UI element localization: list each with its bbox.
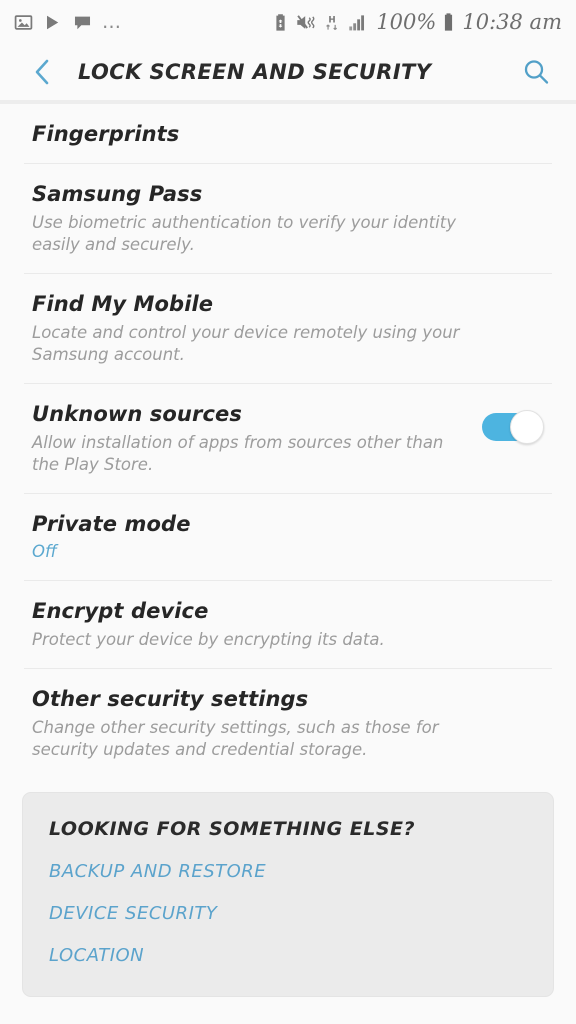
app-header: LOCK SCREEN AND SECURITY [0, 44, 576, 100]
row-description: Protect your device by encrypting its da… [32, 629, 385, 649]
svg-text:H: H [329, 15, 336, 25]
image-icon [14, 14, 33, 30]
chevron-left-icon [35, 59, 49, 85]
battery-full-icon [445, 13, 453, 31]
row-description: Locate and control your device remotely … [32, 323, 460, 365]
row-description: Allow installation of apps from sources … [32, 433, 444, 475]
signal-bars-icon [349, 14, 365, 30]
setting-row-unknown-sources[interactable]: Unknown sources Allow installation of ap… [0, 384, 576, 493]
row-description: Use biometric authentication to verify y… [32, 213, 457, 255]
overflow-dots-icon: … [102, 11, 122, 33]
settings-list: Fingerprints Samsung Pass Use biometric … [0, 104, 576, 778]
row-title: Fingerprints [32, 122, 180, 146]
clock-label: 10:38 am [462, 10, 562, 34]
search-icon [524, 60, 549, 84]
setting-row-private-mode[interactable]: Private mode Off [0, 494, 576, 580]
setting-row-fingerprints[interactable]: Fingerprints [0, 104, 576, 163]
setting-row-encrypt-device[interactable]: Encrypt device Protect your device by en… [0, 581, 576, 668]
row-title: Other security settings [32, 686, 309, 711]
toggle-knob [510, 410, 544, 445]
page-title: LOCK SCREEN AND SECURITY [78, 60, 432, 84]
setting-row-other-security-settings[interactable]: Other security settings Change other sec… [0, 669, 576, 778]
back-button[interactable] [22, 51, 64, 93]
row-title: Find My Mobile [32, 292, 214, 317]
search-button[interactable] [514, 50, 558, 94]
hspa-data-icon: H [326, 15, 338, 30]
row-title: Private mode [32, 512, 191, 537]
status-bar: … H 100% 10:38 am [0, 0, 576, 44]
setting-row-find-my-mobile[interactable]: Find My Mobile Locate and control your d… [0, 274, 576, 383]
row-text-block: Other security settings Change other sec… [32, 687, 544, 761]
row-title: Samsung Pass [32, 182, 203, 207]
row-title: Unknown sources [32, 402, 242, 427]
row-text-block: Encrypt device Protect your device by en… [32, 599, 544, 651]
battery-percent-label: 100% [376, 10, 437, 34]
row-text-block: Samsung Pass Use biometric authenticatio… [32, 182, 544, 256]
row-text-block: Unknown sources Allow installation of ap… [32, 402, 482, 476]
play-store-icon [46, 14, 60, 30]
card-link-device-security[interactable]: DEVICE SECURITY [49, 903, 527, 924]
unknown-sources-toggle[interactable] [482, 410, 544, 445]
row-description: Change other security settings, such as … [32, 717, 439, 759]
row-text-block: Find My Mobile Locate and control your d… [32, 292, 544, 366]
status-bar-left-icons: … [14, 13, 122, 32]
chat-bubble-icon [74, 16, 91, 29]
battery-saver-icon [276, 13, 285, 31]
sound-mute-vibrate-icon [297, 14, 315, 29]
card-link-location[interactable]: LOCATION [49, 945, 527, 966]
card-heading: LOOKING FOR SOMETHING ELSE? [49, 817, 416, 840]
row-status-value: Off [32, 542, 57, 562]
row-title: Encrypt device [32, 598, 209, 623]
row-text-block: Private mode Off [32, 512, 544, 563]
row-text-block: Fingerprints [32, 122, 544, 146]
card-link-backup-and-restore[interactable]: BACKUP AND RESTORE [49, 861, 527, 882]
status-bar-right-icons: H 100% 10:38 am [273, 10, 562, 34]
looking-for-card-wrapper: LOOKING FOR SOMETHING ELSE? BACKUP AND R… [0, 778, 576, 997]
setting-row-samsung-pass[interactable]: Samsung Pass Use biometric authenticatio… [0, 164, 576, 273]
looking-for-something-else-card: LOOKING FOR SOMETHING ELSE? BACKUP AND R… [22, 791, 554, 997]
